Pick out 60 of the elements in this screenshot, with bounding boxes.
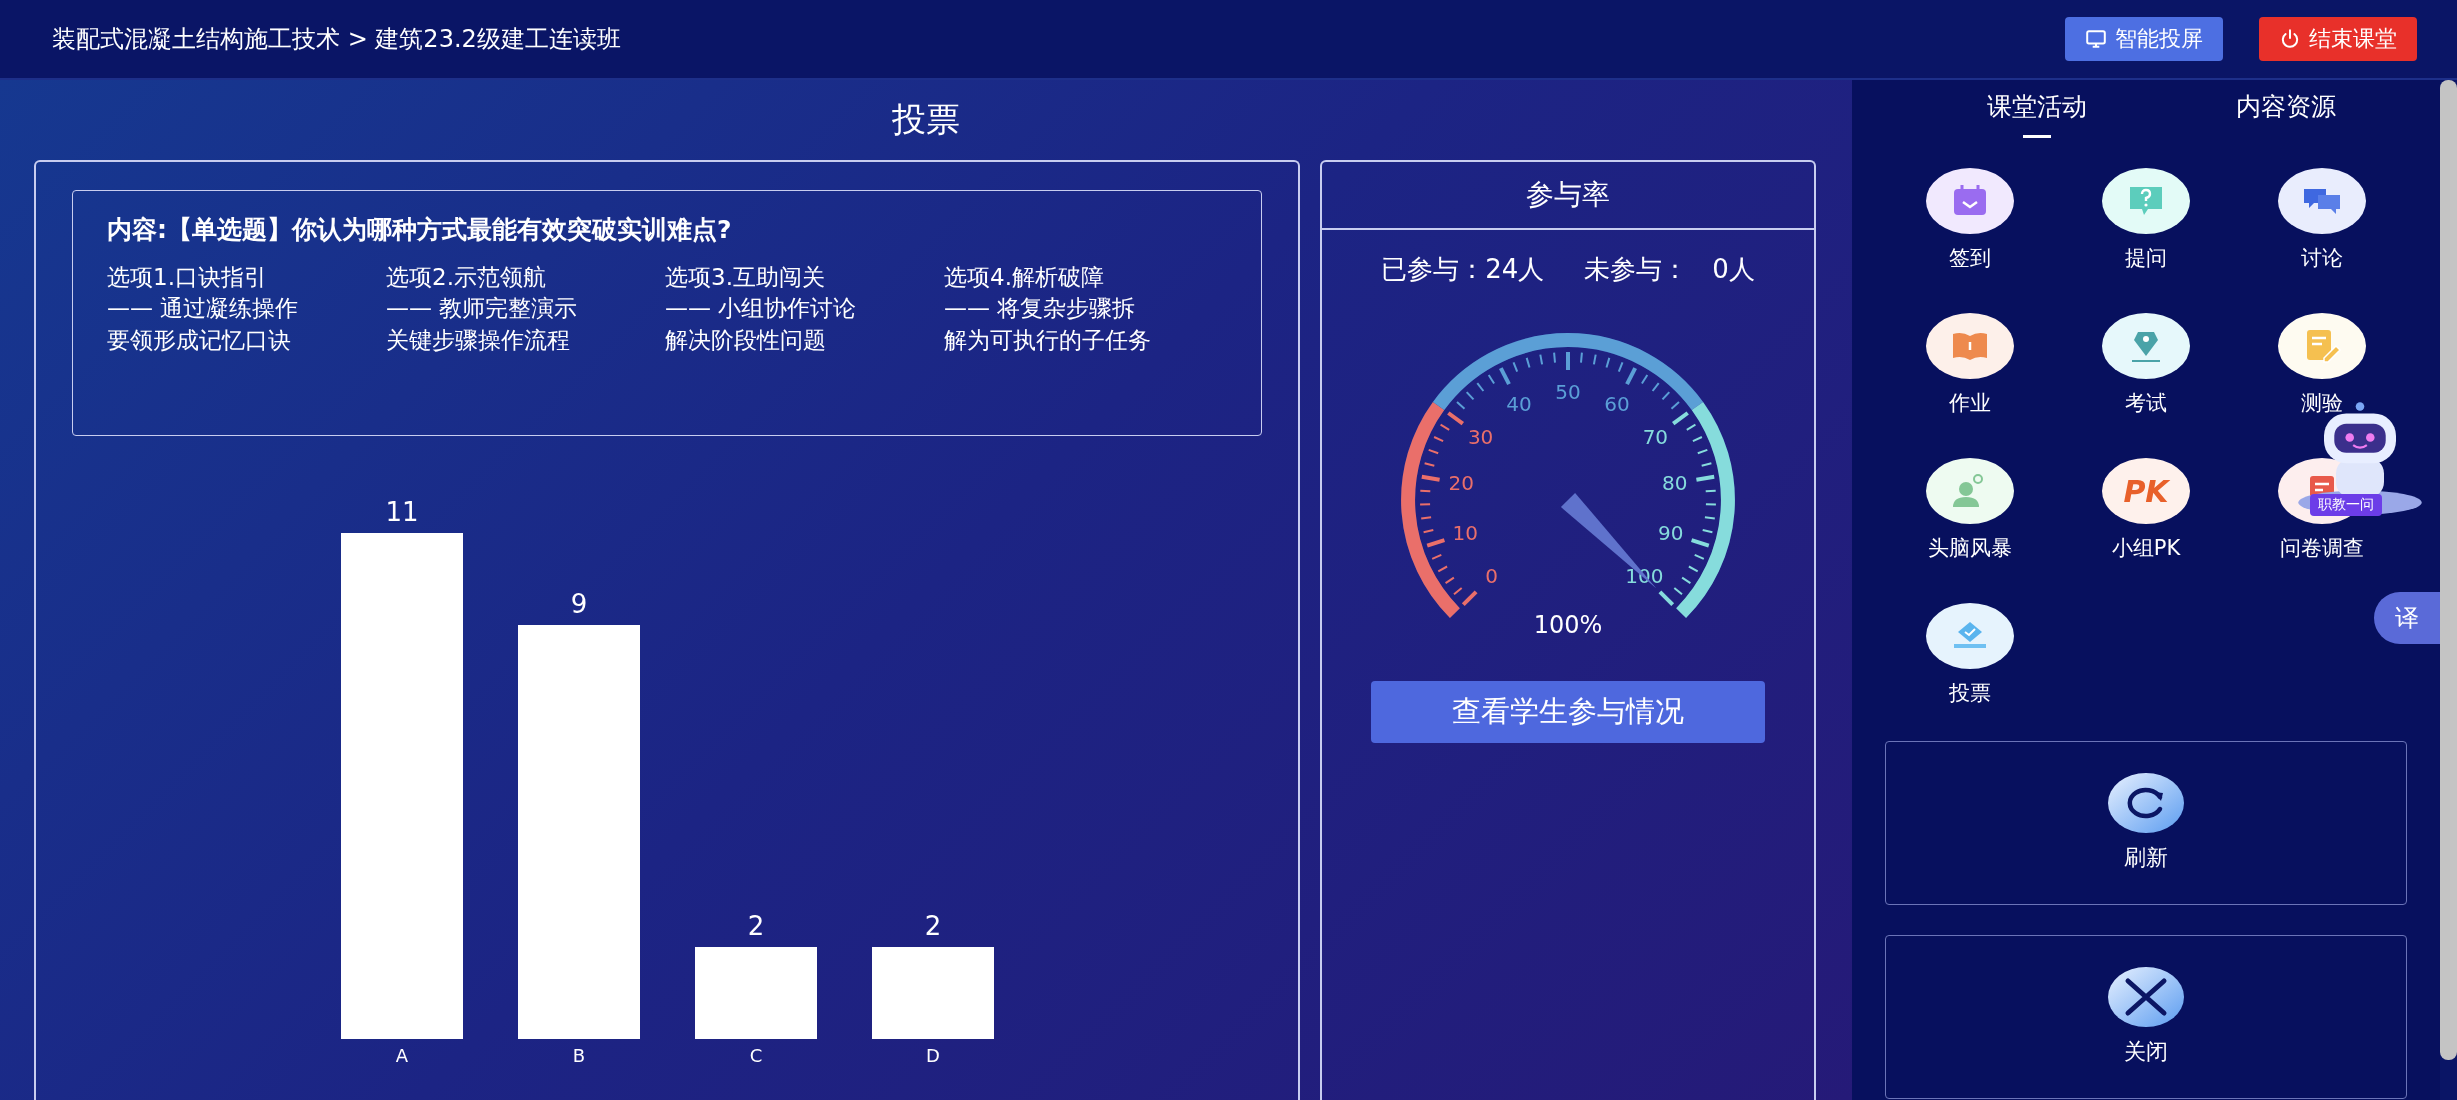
option-description: —— 通过凝练操作要领形成记忆口诀 xyxy=(107,294,300,355)
bar-value: 9 xyxy=(570,589,588,619)
gauge-reading: 100% xyxy=(1533,611,1603,639)
view-participation-button[interactable]: 查看学生参与情况 xyxy=(1371,681,1765,743)
scrollbar[interactable] xyxy=(2440,80,2457,1060)
breadcrumb: 装配式混凝土结构施工技术 > 建筑23.2级建工连读班 xyxy=(52,24,621,55)
option-description: —— 小组协作讨论解决阶段性问题 xyxy=(665,294,858,355)
page-title: 投票 xyxy=(891,98,961,141)
close-card-button[interactable]: 关闭 xyxy=(1885,935,2407,1099)
gauge-tick-label: 0 xyxy=(1485,564,1498,589)
bar-category: C xyxy=(749,1045,763,1066)
refresh-card-button[interactable]: 刷新 xyxy=(1885,741,2407,905)
activity-item[interactable]: 签到 xyxy=(1882,168,2058,272)
pk-logo: PK xyxy=(2123,473,2169,509)
stat-value: 24人 xyxy=(1485,254,1545,284)
question-text: 内容:【单选题】你认为哪种方式最能有效突破实训难点? xyxy=(107,214,733,246)
sidebar-tab[interactable]: 课堂活动 xyxy=(1986,90,2087,138)
sidebar-tab[interactable]: 内容资源 xyxy=(2235,90,2336,138)
option-description: —— 将复杂步骤拆解为可执行的子任务 xyxy=(944,294,1152,355)
close-icon xyxy=(2108,967,2184,1027)
bar-category: B xyxy=(572,1045,586,1066)
gauge-tick-label: 70 xyxy=(1642,424,1669,449)
monitor-icon xyxy=(2085,28,2107,50)
gauge-tick-label: 90 xyxy=(1658,521,1684,546)
gauge-tick-label: 40 xyxy=(1506,391,1532,416)
refresh-icon xyxy=(2108,773,2184,833)
option-title: 选项2.示范领航 xyxy=(386,263,547,292)
option-title: 选项4.解析破障 xyxy=(944,263,1105,292)
option-description: —— 教师完整演示关键步骤操作流程 xyxy=(386,294,579,355)
assistant-badge[interactable]: 职教一问 xyxy=(2310,494,2382,516)
gauge-tick-label: 30 xyxy=(1467,424,1494,449)
gauge-tick-label: 50 xyxy=(1555,380,1581,404)
activity-item[interactable]: 考试 xyxy=(2058,313,2234,417)
option-title: 选项1.口诀指引 xyxy=(107,263,268,292)
bar-category: D xyxy=(926,1045,940,1066)
end-class-button[interactable]: 结束课堂 xyxy=(2259,17,2417,61)
power-icon xyxy=(2279,28,2301,50)
activity-item[interactable]: 投票 xyxy=(1882,603,2058,707)
bar-category: A xyxy=(395,1045,409,1066)
gauge-tick-label: 60 xyxy=(1604,391,1630,416)
activity-item[interactable]: 测验 xyxy=(2234,313,2410,417)
option-title: 选项3.互助闯关 xyxy=(665,263,826,292)
translate-button[interactable]: 译 xyxy=(2374,592,2440,644)
gauge-tick-label: 100 xyxy=(1625,564,1664,589)
bar-value: 2 xyxy=(924,911,942,941)
activity-item[interactable]: 头脑风暴 xyxy=(1882,458,2058,562)
activity-item[interactable]: 讨论 xyxy=(2234,168,2410,272)
bar-value: 2 xyxy=(747,911,765,941)
gauge-tick-label: 80 xyxy=(1661,471,1688,496)
activity-item[interactable]: 作业 xyxy=(1882,313,2058,417)
stat-value: 0人 xyxy=(1712,254,1755,284)
bar-value: 11 xyxy=(385,497,419,527)
activity-item[interactable]: PK 小组PK xyxy=(2058,458,2234,562)
activity-item[interactable]: 提问 xyxy=(2058,168,2234,272)
gauge-tick-label: 10 xyxy=(1452,521,1478,546)
participation-title: 参与率 xyxy=(1322,162,1814,230)
screen-cast-button[interactable]: 智能投屏 xyxy=(2065,17,2223,61)
stat-label: 已参与： xyxy=(1381,254,1486,284)
stat-label: 未参与： xyxy=(1584,254,1689,284)
gauge-tick-label: 20 xyxy=(1448,471,1475,496)
